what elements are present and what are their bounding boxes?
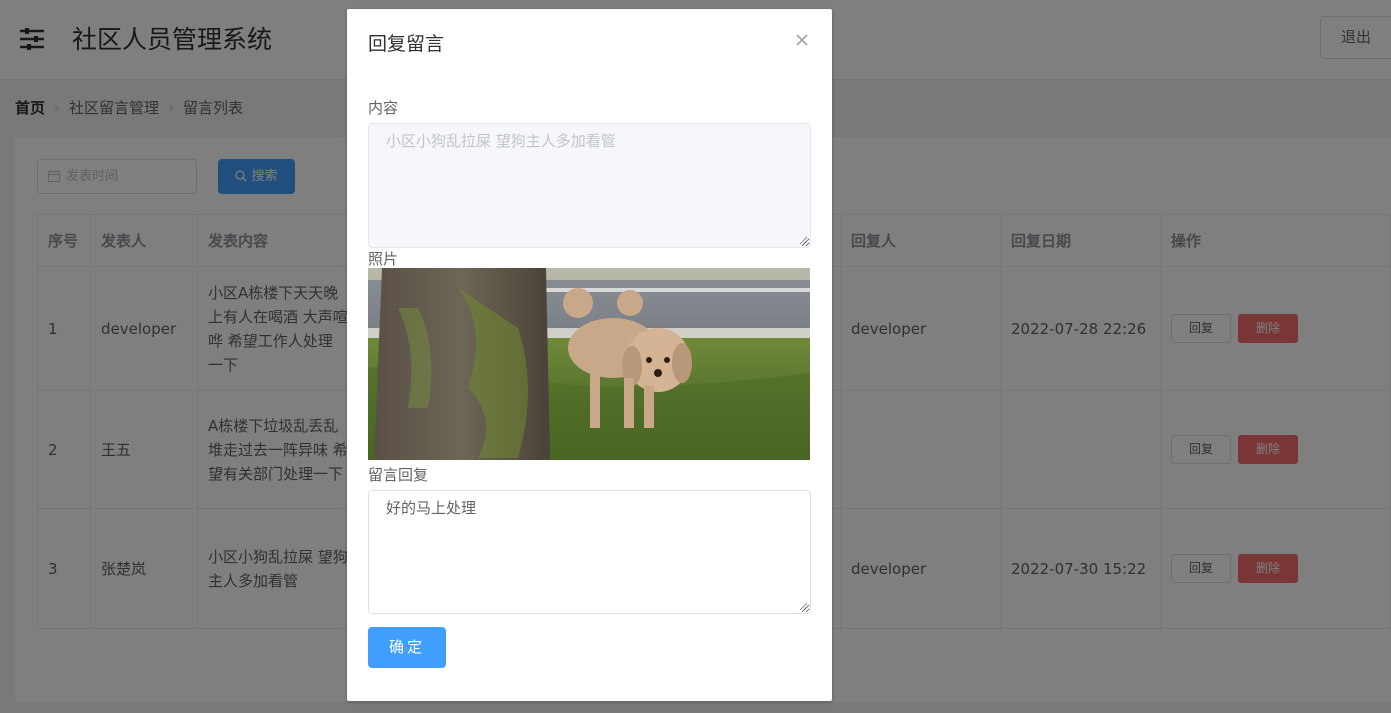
reply-label: 留言回复: [368, 466, 429, 484]
reply-textarea[interactable]: 好的马上处理: [368, 490, 811, 614]
resize-handle-icon[interactable]: [799, 602, 808, 611]
reply-textarea-value: 好的马上处理: [386, 499, 477, 517]
photo-label: 照片: [368, 250, 399, 268]
reply-dialog: 回复留言 内容 小区小狗乱拉屎 望狗主人多加看管 照片 留言回复 好的马上处理 …: [347, 9, 832, 701]
dog-photo: [368, 268, 810, 460]
close-icon[interactable]: [793, 31, 811, 49]
resize-handle-icon: [799, 236, 808, 245]
content-label: 内容: [368, 99, 399, 117]
dialog-title: 回复留言: [368, 33, 445, 55]
confirm-button[interactable]: 确定: [368, 627, 446, 668]
content-textarea-value: 小区小狗乱拉屎 望狗主人多加看管: [386, 132, 616, 150]
content-textarea: 小区小狗乱拉屎 望狗主人多加看管: [368, 123, 811, 248]
